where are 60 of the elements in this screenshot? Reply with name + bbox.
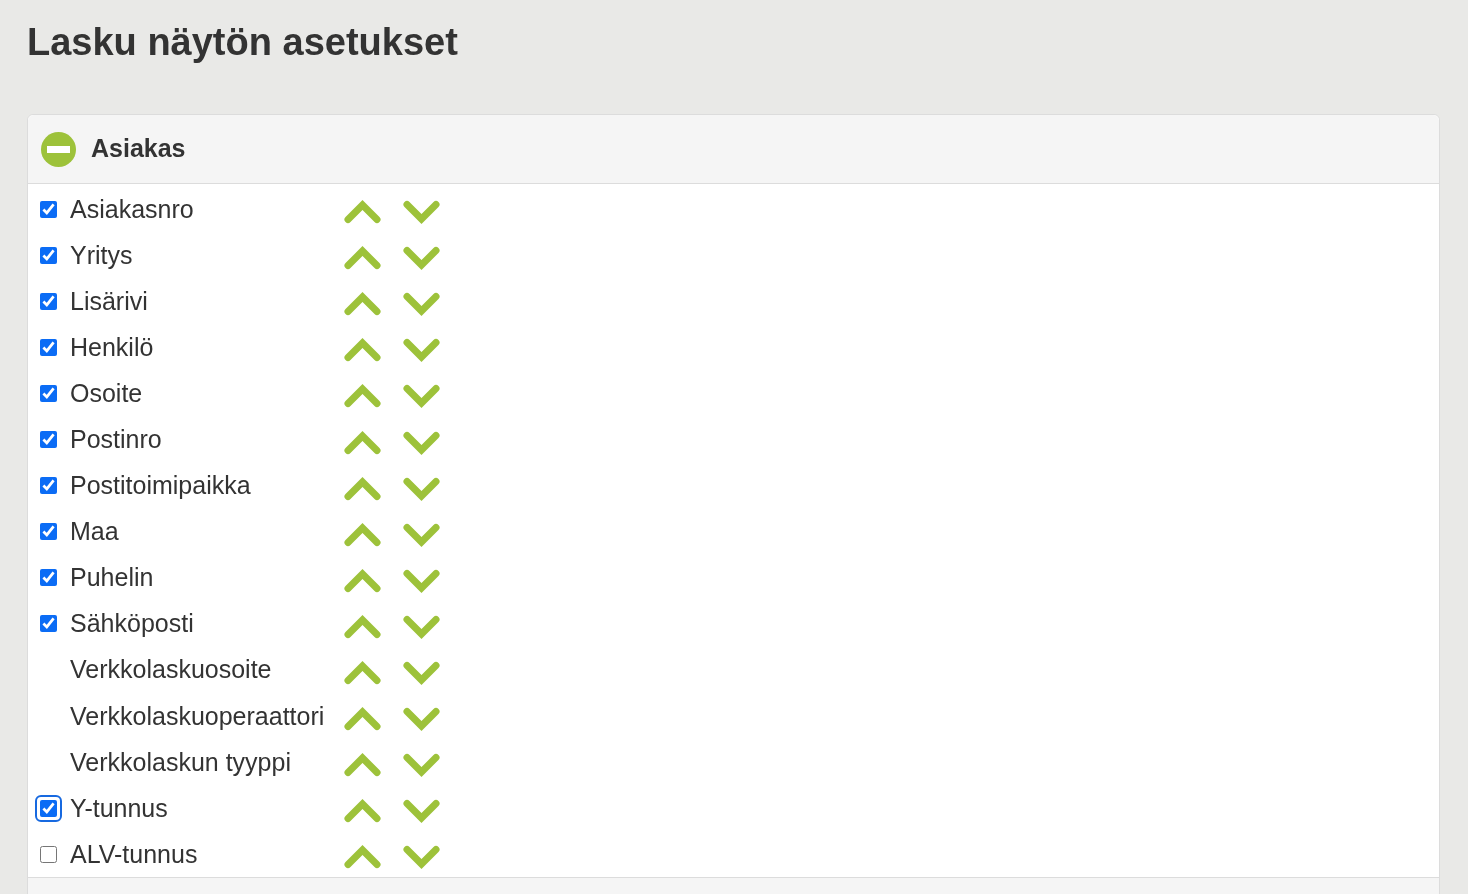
checkbox[interactable] xyxy=(39,523,57,541)
chevron-down-icon[interactable] xyxy=(403,246,440,271)
chevron-down-icon[interactable] xyxy=(403,476,440,501)
chevron-up-icon[interactable] xyxy=(344,568,381,593)
checkbox[interactable] xyxy=(39,246,57,264)
chevron-down-icon[interactable] xyxy=(403,845,440,870)
field-label: Puhelin xyxy=(70,563,154,592)
chevron-up-icon[interactable] xyxy=(344,384,381,409)
checkbox[interactable] xyxy=(39,338,57,356)
chevron-up-icon[interactable] xyxy=(344,799,381,824)
checkbox[interactable] xyxy=(39,569,57,587)
field-label: Henkilö xyxy=(70,332,154,361)
chevron-down-icon[interactable] xyxy=(403,430,440,455)
field-label: Sähköposti xyxy=(70,609,194,638)
chevron-up-icon[interactable] xyxy=(344,246,381,271)
chevron-up-icon[interactable] xyxy=(344,753,381,778)
checkbox[interactable] xyxy=(39,431,57,448)
field-label: Lisärivi xyxy=(70,286,148,315)
field-label: Yritys xyxy=(70,240,133,269)
chevron-up-icon[interactable] xyxy=(344,430,381,455)
checkbox[interactable] xyxy=(39,615,57,633)
chevron-up-icon[interactable] xyxy=(344,614,381,639)
field-label: Verkkolaskun tyyppi xyxy=(70,747,291,776)
chevron-up-icon[interactable] xyxy=(344,845,381,870)
chevron-up-icon[interactable] xyxy=(344,200,381,225)
checkbox[interactable] xyxy=(39,292,57,310)
field-label: Postitoimipaikka xyxy=(70,471,251,500)
chevron-down-icon[interactable] xyxy=(403,384,440,409)
checkbox[interactable] xyxy=(39,200,57,218)
checkbox[interactable] xyxy=(39,477,57,495)
chevron-up-icon[interactable] xyxy=(344,661,381,685)
chevron-down-icon[interactable] xyxy=(403,568,440,593)
chevron-down-icon[interactable] xyxy=(403,707,440,732)
field-label: Verkkolaskuosoite xyxy=(70,655,272,684)
chevron-up-icon[interactable] xyxy=(344,338,381,363)
chevron-up-icon[interactable] xyxy=(344,292,381,317)
chevron-down-icon[interactable] xyxy=(403,522,440,547)
field-label: Osoite xyxy=(70,378,143,407)
chevron-down-icon[interactable] xyxy=(403,799,440,824)
chevron-down-icon[interactable] xyxy=(403,338,440,363)
chevron-down-icon[interactable] xyxy=(403,661,440,685)
field-label: Asiakasnro xyxy=(70,194,194,223)
page-title: Lasku näytön asetukset xyxy=(27,20,458,64)
field-label: Verkkolaskuoperaattori xyxy=(70,701,325,730)
chevron-down-icon[interactable] xyxy=(403,753,440,778)
field-label: Postinro xyxy=(70,425,162,453)
chevron-down-icon[interactable] xyxy=(403,614,440,639)
checkbox[interactable] xyxy=(39,384,57,402)
chevron-down-icon[interactable] xyxy=(403,200,440,225)
checkbox[interactable] xyxy=(39,845,57,863)
panel-title: Asiakas xyxy=(91,133,186,165)
field-label: Y-tunnus xyxy=(70,793,168,822)
chevron-up-icon[interactable] xyxy=(344,476,381,501)
checkbox[interactable] xyxy=(34,794,62,822)
field-label: Maa xyxy=(70,517,119,546)
chevron-up-icon[interactable] xyxy=(344,707,381,732)
chevron-down-icon[interactable] xyxy=(403,292,440,317)
field-label: ALV-tunnus xyxy=(70,839,198,868)
minus-circle-icon[interactable] xyxy=(41,131,76,167)
chevron-up-icon[interactable] xyxy=(344,522,381,547)
